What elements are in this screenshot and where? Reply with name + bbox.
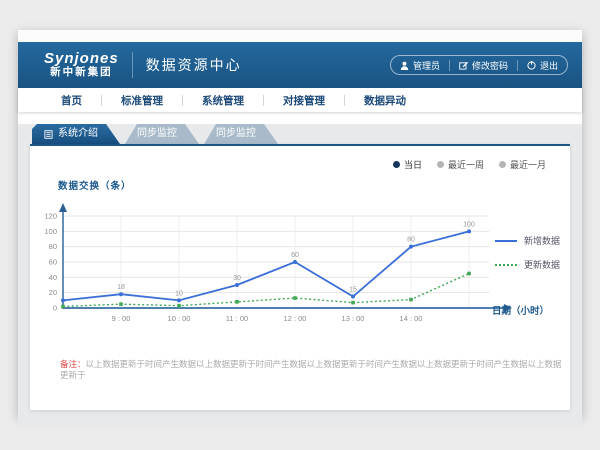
radio-dot-icon bbox=[437, 161, 444, 168]
svg-text:18: 18 bbox=[117, 284, 125, 291]
admin-user-button[interactable]: 管理员 bbox=[391, 59, 449, 72]
logout-label: 退出 bbox=[540, 59, 558, 72]
content-area: 系统介绍 同步监控 同步监控 当日 最近一周 bbox=[18, 124, 582, 428]
filter-label: 当日 bbox=[404, 158, 422, 171]
brand-logo-en: Synjones bbox=[44, 51, 119, 68]
legend-item-update-data: 更新数据 bbox=[495, 258, 560, 271]
svg-text:0: 0 bbox=[53, 304, 57, 313]
nav-item-data-change[interactable]: 数据异动 bbox=[345, 93, 425, 108]
legend-label: 新增数据 bbox=[524, 234, 560, 247]
svg-text:10 : 00: 10 : 00 bbox=[168, 314, 191, 323]
legend-item-new-data: 新增数据 bbox=[495, 234, 560, 247]
radio-dot-icon bbox=[393, 161, 400, 168]
logout-button[interactable]: 退出 bbox=[518, 59, 567, 72]
app-header: Synjones 新中新集团 数据资源中心 管理员 修改密码 bbox=[18, 42, 582, 88]
edit-icon bbox=[459, 61, 468, 70]
svg-text:9 : 00: 9 : 00 bbox=[112, 314, 131, 323]
tab-label: 系统介绍 bbox=[58, 124, 98, 144]
change-password-button[interactable]: 修改密码 bbox=[450, 59, 517, 72]
tab-label: 同步监控 bbox=[137, 124, 177, 144]
filter-today[interactable]: 当日 bbox=[393, 158, 422, 171]
window-top-strip bbox=[18, 30, 582, 42]
svg-text:80: 80 bbox=[49, 242, 57, 251]
legend-label: 更新数据 bbox=[524, 258, 560, 271]
main-nav: 首页 标准管理 系统管理 对接管理 数据异动 bbox=[18, 88, 582, 112]
svg-text:13 : 00: 13 : 00 bbox=[342, 314, 365, 323]
header-divider bbox=[132, 52, 133, 78]
document-icon bbox=[44, 130, 53, 139]
svg-text:80: 80 bbox=[407, 237, 415, 244]
chart-panel: 当日 最近一周 最近一月 数据交换（条） 0204060801001209 : … bbox=[30, 144, 570, 410]
filter-last-week[interactable]: 最近一周 bbox=[437, 158, 484, 171]
svg-text:30: 30 bbox=[233, 275, 241, 282]
footnote-prefix: 备注： bbox=[60, 359, 86, 369]
page-title: 数据资源中心 bbox=[146, 55, 242, 75]
svg-text:60: 60 bbox=[291, 252, 299, 259]
tab-sync-monitor-2[interactable]: 同步监控 bbox=[204, 124, 278, 144]
brand-logo-cn: 新中新集团 bbox=[44, 67, 119, 79]
panel-tabs: 系统介绍 同步监控 同步监控 bbox=[32, 124, 570, 144]
user-toolbar: 管理员 修改密码 退出 bbox=[390, 55, 568, 75]
radio-dot-icon bbox=[499, 161, 506, 168]
footnote-text: 以上数据更新于时间产生数据以上数据更新于时间产生数据以上数据更新于时间产生数据以… bbox=[60, 359, 562, 380]
nav-item-home[interactable]: 首页 bbox=[42, 93, 101, 108]
svg-text:60: 60 bbox=[49, 258, 57, 267]
filter-last-month[interactable]: 最近一月 bbox=[499, 158, 546, 171]
x-axis-title: 日期（小时） bbox=[492, 303, 549, 317]
nav-item-system-mgmt[interactable]: 系统管理 bbox=[183, 93, 263, 108]
app-window: Synjones 新中新集团 数据资源中心 管理员 修改密码 bbox=[18, 30, 582, 416]
svg-text:100: 100 bbox=[463, 221, 475, 228]
solid-line-swatch-icon bbox=[495, 240, 517, 242]
nav-item-standard-mgmt[interactable]: 标准管理 bbox=[102, 93, 182, 108]
svg-text:40: 40 bbox=[49, 273, 57, 282]
brand-logo: Synjones 新中新集团 bbox=[44, 51, 119, 79]
filter-label: 最近一月 bbox=[510, 158, 546, 171]
svg-text:11 : 00: 11 : 00 bbox=[226, 314, 248, 323]
svg-text:100: 100 bbox=[44, 227, 57, 236]
nav-item-interface-mgmt[interactable]: 对接管理 bbox=[264, 93, 344, 108]
chart-legend: 新增数据 更新数据 bbox=[495, 234, 560, 282]
tab-system-intro[interactable]: 系统介绍 bbox=[32, 124, 120, 144]
footnote: 备注：以上数据更新于时间产生数据以上数据更新于时间产生数据以上数据更新于时间产生… bbox=[60, 359, 565, 381]
admin-user-label: 管理员 bbox=[413, 59, 440, 72]
line-chart: 0 20 40 60 80 100 120 9 : 00 10 : 00 11 : 00 12 : … bbox=[40, 174, 520, 334]
user-icon bbox=[400, 61, 409, 70]
svg-text:15: 15 bbox=[349, 287, 357, 294]
tab-label: 同步监控 bbox=[216, 124, 256, 144]
power-icon bbox=[527, 61, 536, 70]
svg-text:20: 20 bbox=[49, 288, 57, 297]
filter-label: 最近一周 bbox=[448, 158, 484, 171]
svg-text:14 : 00: 14 : 00 bbox=[400, 314, 423, 323]
svg-text:120: 120 bbox=[44, 212, 57, 221]
svg-text:10: 10 bbox=[175, 290, 183, 297]
dotted-line-swatch-icon bbox=[495, 264, 517, 266]
monitor-panel: 系统介绍 同步监控 同步监控 当日 最近一周 bbox=[30, 124, 570, 410]
tab-sync-monitor-1[interactable]: 同步监控 bbox=[125, 124, 199, 144]
change-password-label: 修改密码 bbox=[472, 59, 508, 72]
range-filters: 当日 最近一周 最近一月 bbox=[393, 158, 546, 171]
svg-text:12 : 00: 12 : 00 bbox=[284, 314, 307, 323]
